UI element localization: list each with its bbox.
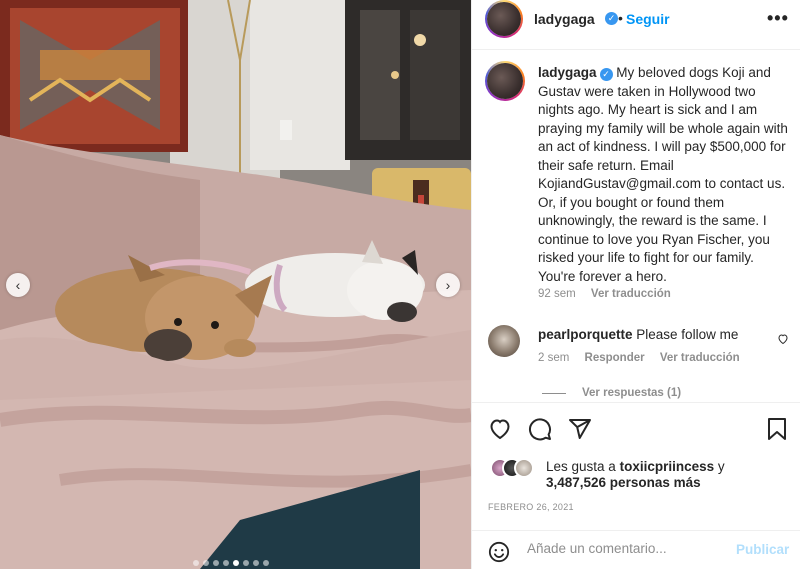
likes-summary: Les gusta a toxiicpriincess y <box>546 457 796 476</box>
comment-username[interactable]: pearlporquette <box>538 327 633 342</box>
carousel-dot <box>223 560 229 566</box>
comment-translate-link[interactable]: Ver traducción <box>660 352 740 364</box>
view-replies-label: Ver respuestas (1) <box>582 387 682 399</box>
comment-input[interactable] <box>527 541 727 556</box>
caption-text: My beloved dogs Koji and Gustav were tak… <box>538 65 788 284</box>
heart-icon[interactable] <box>488 417 512 446</box>
post-date[interactable]: FEBRERO 26, 2021 <box>488 502 574 512</box>
caption-avatar[interactable] <box>485 61 525 101</box>
publish-button[interactable]: Publicar <box>736 542 789 557</box>
carousel-dot <box>243 560 249 566</box>
carousel-indicator <box>193 560 269 566</box>
replies-divider <box>542 392 566 394</box>
comment-time[interactable]: 2 sem <box>538 352 569 364</box>
header-username[interactable]: ladygaga <box>534 11 595 27</box>
more-options-icon[interactable]: ••• <box>767 8 789 29</box>
caption-username[interactable]: ladygaga <box>538 65 597 80</box>
carousel-next-button[interactable]: › <box>436 273 460 297</box>
post-caption: ladygaga ✓ My beloved dogs Koji and Gusta… <box>538 64 790 286</box>
verified-badge-icon: ✓ <box>599 68 613 81</box>
comment-avatar[interactable] <box>488 325 520 357</box>
avatar <box>514 458 534 478</box>
follow-button[interactable]: Seguir <box>626 11 670 27</box>
verified-badge-icon: ✓ <box>605 12 618 25</box>
carousel-dot <box>233 560 239 566</box>
comment-icon[interactable] <box>528 417 552 446</box>
likes-prefix: Les gusta a <box>546 459 616 474</box>
view-replies-button[interactable]: Ver respuestas (1) <box>542 387 681 399</box>
post-image[interactable]: ‹ › <box>0 0 471 569</box>
caption-translate-link[interactable]: Ver traducción <box>591 288 671 300</box>
avatar[interactable] <box>485 0 523 38</box>
liker-username[interactable]: toxiicpriincess <box>620 459 715 474</box>
comment: pearlporquette Please follow me <box>538 327 738 342</box>
separator-dot: • <box>618 10 623 26</box>
comment-text: Please follow me <box>636 327 739 342</box>
carousel-dot <box>253 560 259 566</box>
carousel-dot <box>213 560 219 566</box>
dogs-photo <box>0 0 471 569</box>
caption-meta: 92 sem Ver traducción <box>538 288 683 300</box>
carousel-dot <box>263 560 269 566</box>
likes-conjunction: y <box>717 459 725 474</box>
post-details-panel: ladygaga ✓ • Seguir ••• ladygaga ✓ My bel… <box>471 0 800 569</box>
chevron-left-icon: ‹ <box>15 277 21 293</box>
carousel-dot <box>203 560 209 566</box>
carousel-dot <box>193 560 199 566</box>
reply-button[interactable]: Responder <box>585 352 645 364</box>
comment-like-button[interactable] <box>777 332 789 350</box>
carousel-prev-button[interactable]: ‹ <box>6 273 30 297</box>
heart-icon <box>778 334 788 345</box>
liked-by-avatars[interactable] <box>490 458 546 478</box>
comment-composer: Publicar <box>472 530 800 569</box>
share-icon[interactable] <box>568 417 592 446</box>
action-bar <box>472 402 800 452</box>
bookmark-icon[interactable] <box>766 417 788 446</box>
emoji-icon[interactable] <box>488 541 510 568</box>
likes-count[interactable]: 3,487,526 personas más <box>546 475 701 490</box>
caption-time[interactable]: 92 sem <box>538 288 576 300</box>
comment-meta: 2 sem Responder Ver traducción <box>538 352 752 364</box>
chevron-right-icon: › <box>445 277 451 293</box>
post-header: ladygaga ✓ • Seguir ••• <box>472 0 800 50</box>
